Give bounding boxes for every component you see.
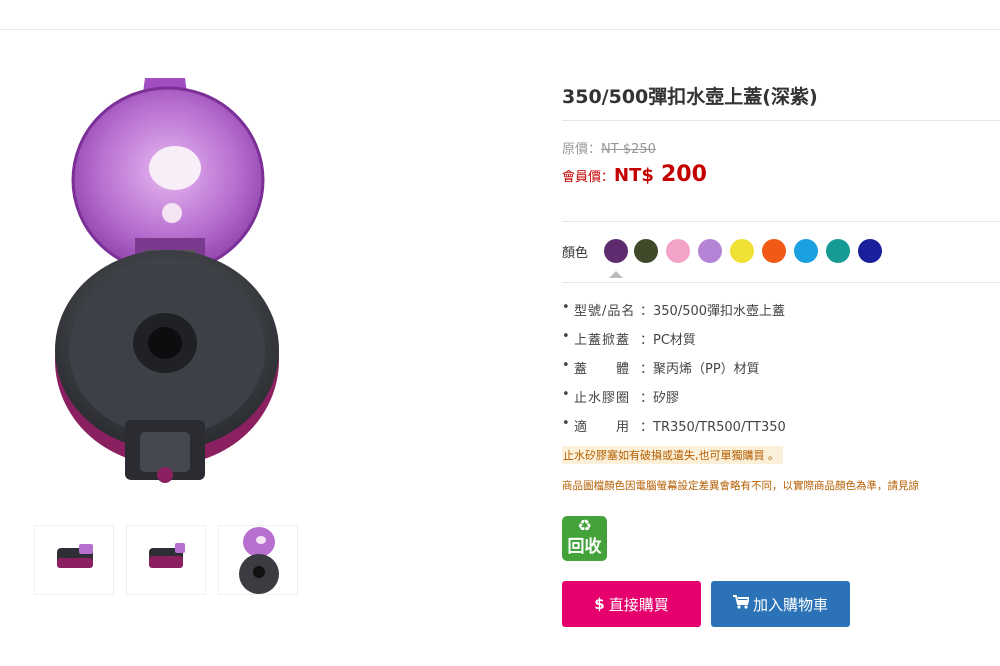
recycle-badge-text: 回收 (567, 537, 602, 557)
divider (562, 221, 1000, 222)
divider (562, 282, 1000, 283)
spec-item: • 上蓋掀蓋 ：PC材質 (562, 329, 786, 358)
bullet: • (562, 329, 570, 344)
replacement-notice: 止水矽膠塞如有破損或遺失,也可單獨購買 。 (562, 446, 783, 464)
spec-value: ：TR350/TR500/TT350 (640, 420, 786, 435)
main-product-image (40, 60, 300, 500)
divider (562, 120, 1000, 121)
thumbnail-3[interactable] (218, 525, 298, 595)
member-price-row: 會員價：NT$ 200 (562, 162, 707, 187)
color-swatch-4[interactable] (698, 239, 722, 263)
recycle-icon: ♻ (577, 516, 592, 535)
dollar-icon: $ (594, 595, 605, 613)
product-title: 350/500彈扣水壺上蓋(深紫) (562, 86, 818, 108)
color-disclaimer: 商品圖檔顏色因電腦螢幕設定差異會略有不同，以實際商品顏色為準，請見諒 (562, 480, 919, 492)
spec-list: • 型號/品名 ：350/500彈扣水壺上蓋 • 上蓋掀蓋 ：PC材質 • 蓋 體 ：聚丙烯（P… (562, 300, 786, 445)
color-swatch-3[interactable] (666, 239, 690, 263)
recycle-badge: ♻ 回收 (562, 516, 607, 561)
bullet: • (562, 300, 570, 315)
member-price: 200 (660, 162, 707, 187)
original-price-label: 原價： (562, 142, 602, 157)
buy-now-button[interactable]: $ 直接購買 (562, 581, 701, 627)
spec-key: 蓋 體 (574, 362, 631, 377)
spec-item: • 蓋 體 ：聚丙烯（PP）材質 (562, 358, 786, 387)
original-price-row: 原價：NT $250 (562, 138, 656, 157)
thumbnail-2[interactable] (126, 525, 206, 595)
bullet: • (562, 387, 570, 402)
color-swatch-9[interactable] (858, 239, 882, 263)
color-swatch-8[interactable] (826, 239, 850, 263)
thumbnail-strip (34, 525, 304, 597)
spec-value: ：350/500彈扣水壺上蓋 (640, 304, 786, 319)
spec-key: 止水膠圈 (574, 391, 631, 406)
spec-key: 適 用 (574, 420, 631, 435)
color-swatch-1[interactable] (604, 239, 628, 263)
spec-item: • 型號/品名 ：350/500彈扣水壺上蓋 (562, 300, 786, 329)
original-price: NT $250 (601, 142, 656, 157)
spec-value: ：PC材質 (640, 333, 696, 348)
spec-item: • 適 用 ：TR350/TR500/TT350 (562, 416, 786, 445)
bullet: • (562, 416, 570, 431)
spec-value: ：聚丙烯（PP）材質 (640, 362, 760, 377)
buy-now-label: 直接購買 (608, 595, 669, 614)
member-price-label: 會員價： (562, 170, 615, 185)
add-to-cart-button[interactable]: 加入購物車 (711, 581, 850, 627)
spec-key: 型號/品名 (574, 304, 636, 319)
cart-icon (732, 595, 751, 613)
add-to-cart-label: 加入購物車 (752, 595, 828, 614)
color-swatch-2[interactable] (634, 239, 658, 263)
spec-key: 上蓋掀蓋 (574, 333, 631, 348)
spec-value: ：矽膠 (640, 391, 680, 406)
thumbnail-1[interactable] (34, 525, 114, 595)
color-swatch-6[interactable] (762, 239, 786, 263)
color-swatch-5[interactable] (730, 239, 754, 263)
top-navigation-bar (0, 0, 1000, 30)
color-swatch-7[interactable] (794, 239, 818, 263)
color-label: 顏色 (562, 246, 589, 261)
selected-swatch-indicator (609, 271, 623, 278)
bullet: • (562, 358, 570, 373)
spec-item: • 止水膠圈 ：矽膠 (562, 387, 786, 416)
member-price-currency: NT$ (614, 165, 654, 186)
